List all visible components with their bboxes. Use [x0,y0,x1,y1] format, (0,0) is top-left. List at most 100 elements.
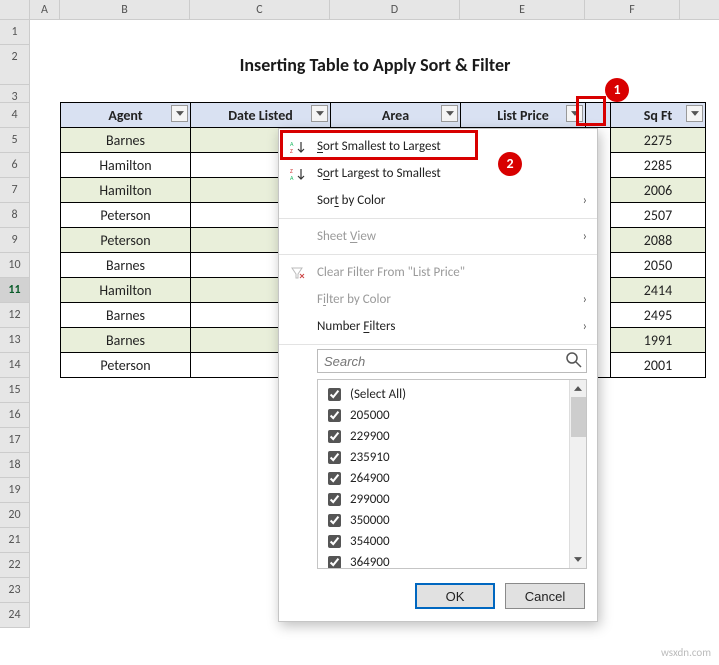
cell-agent[interactable]: Hamilton [61,278,191,303]
row-header[interactable]: 22 [0,553,30,578]
checkbox[interactable] [328,451,341,464]
cell-sqft[interactable]: 2507 [611,203,706,228]
cell-agent[interactable]: Peterson [61,228,191,253]
row-header[interactable]: 8 [0,203,30,228]
cell-sqft[interactable]: 2495 [611,303,706,328]
col-header-B[interactable]: B [60,0,190,19]
row-header[interactable]: 15 [0,378,30,403]
ok-button[interactable]: OK [415,583,495,609]
col-header-A[interactable]: A [30,0,60,19]
filter-button-agent[interactable] [171,105,188,122]
cell-sqft[interactable]: 2001 [611,353,706,378]
checkbox[interactable] [328,514,341,527]
row-header[interactable]: 23 [0,578,30,603]
cell-agent[interactable]: Barnes [61,253,191,278]
row-header[interactable]: 2 [0,45,30,85]
row-header[interactable]: 19 [0,478,30,503]
table-row[interactable]: 2495 [611,303,706,328]
cancel-button[interactable]: Cancel [505,583,585,609]
header-price: List Price [461,103,586,128]
scroll-thumb[interactable] [571,397,586,437]
scroll-down-icon[interactable] [570,551,586,568]
table-row[interactable]: 2414 [611,278,706,303]
select-all-triangle[interactable] [0,0,30,19]
row-header[interactable]: 17 [0,428,30,453]
filter-checklist-wrap: (Select All)205000229900235910 264900 2990… [317,379,587,569]
cell-agent[interactable]: Barnes [61,328,191,353]
cell-sqft[interactable]: 1991 [611,328,706,353]
search-icon [565,351,583,369]
row-header[interactable]: 3 [0,85,30,103]
cell-sqft[interactable]: 2285 [611,153,706,178]
table-row[interactable]: 2006 [611,178,706,203]
filter-check-item[interactable]: (Select All) [322,384,565,405]
cell-sqft[interactable]: 2275 [611,128,706,153]
cell-sqft[interactable]: 2050 [611,253,706,278]
cell-agent[interactable]: Barnes [61,303,191,328]
row-header[interactable]: 20 [0,503,30,528]
row-header[interactable]: 16 [0,403,30,428]
row-header[interactable]: 7 [0,178,30,203]
cell-sqft[interactable]: 2414 [611,278,706,303]
row-header[interactable]: 1 [0,20,30,45]
checkbox[interactable] [328,430,341,443]
row-header[interactable]: 13 [0,328,30,353]
menu-number-filters[interactable]: Number Filters › [279,313,597,340]
scroll-up-icon[interactable] [570,380,586,397]
col-header-C[interactable]: C [190,0,330,19]
col-header-D[interactable]: D [330,0,460,19]
scrollbar[interactable] [569,380,586,568]
table-row[interactable]: 2001 [611,353,706,378]
filter-button-date[interactable] [311,105,328,122]
col-header-E[interactable]: E [460,0,585,19]
menu-sort-color[interactable]: Sort by Color › [279,187,597,214]
filter-check-item[interactable]: 229900 [322,426,565,447]
filter-button-area[interactable] [441,105,458,122]
table-row[interactable]: 2275 [611,128,706,153]
filter-check-item[interactable]: 350000 [322,510,565,531]
chevron-right-icon: › [583,229,587,244]
cell-agent[interactable]: Peterson [61,353,191,378]
row-header[interactable]: 12 [0,303,30,328]
filter-check-item[interactable]: 205000 [322,405,565,426]
checkbox[interactable] [328,388,341,401]
col-header-F[interactable]: F [585,0,680,19]
row-header[interactable]: 11 [0,278,30,303]
cell-agent[interactable]: Barnes [61,128,191,153]
menu-sort-desc[interactable]: ZA Sort Largest to Smallest [279,160,597,187]
checkbox[interactable] [328,556,341,568]
filter-check-item[interactable]: 235910 [322,447,565,468]
row-header[interactable]: 6 [0,153,30,178]
row-header[interactable]: 5 [0,128,30,153]
checkbox[interactable] [328,493,341,506]
chevron-right-icon: › [583,319,587,334]
row-header[interactable]: 24 [0,603,30,628]
table-row[interactable]: 2050 [611,253,706,278]
checkbox[interactable] [328,535,341,548]
cell-agent[interactable]: Hamilton [61,178,191,203]
table-row[interactable]: 1991 [611,328,706,353]
row-header[interactable]: 4 [0,103,30,128]
check-label: 264900 [350,471,390,486]
filter-button-sqft[interactable] [686,105,703,122]
table-row[interactable]: 2088 [611,228,706,253]
filter-check-item[interactable]: 264900 [322,468,565,489]
filter-check-item[interactable]: 364900 [322,552,565,568]
table-row[interactable]: 2285 [611,153,706,178]
row-header[interactable]: 9 [0,228,30,253]
cell-agent[interactable]: Peterson [61,203,191,228]
filter-check-item[interactable]: 299000 [322,489,565,510]
cell-agent[interactable]: Hamilton [61,153,191,178]
row-header[interactable]: 14 [0,353,30,378]
table-row[interactable]: 2507 [611,203,706,228]
row-header[interactable]: 10 [0,253,30,278]
checkbox[interactable] [328,472,341,485]
filter-check-item[interactable]: 354000 [322,531,565,552]
row-header[interactable]: 18 [0,453,30,478]
checkbox[interactable] [328,409,341,422]
cell-sqft[interactable]: 2088 [611,228,706,253]
menu-label: Sort by Color [317,193,385,208]
filter-search-input[interactable] [317,349,587,373]
row-header[interactable]: 21 [0,528,30,553]
cell-sqft[interactable]: 2006 [611,178,706,203]
